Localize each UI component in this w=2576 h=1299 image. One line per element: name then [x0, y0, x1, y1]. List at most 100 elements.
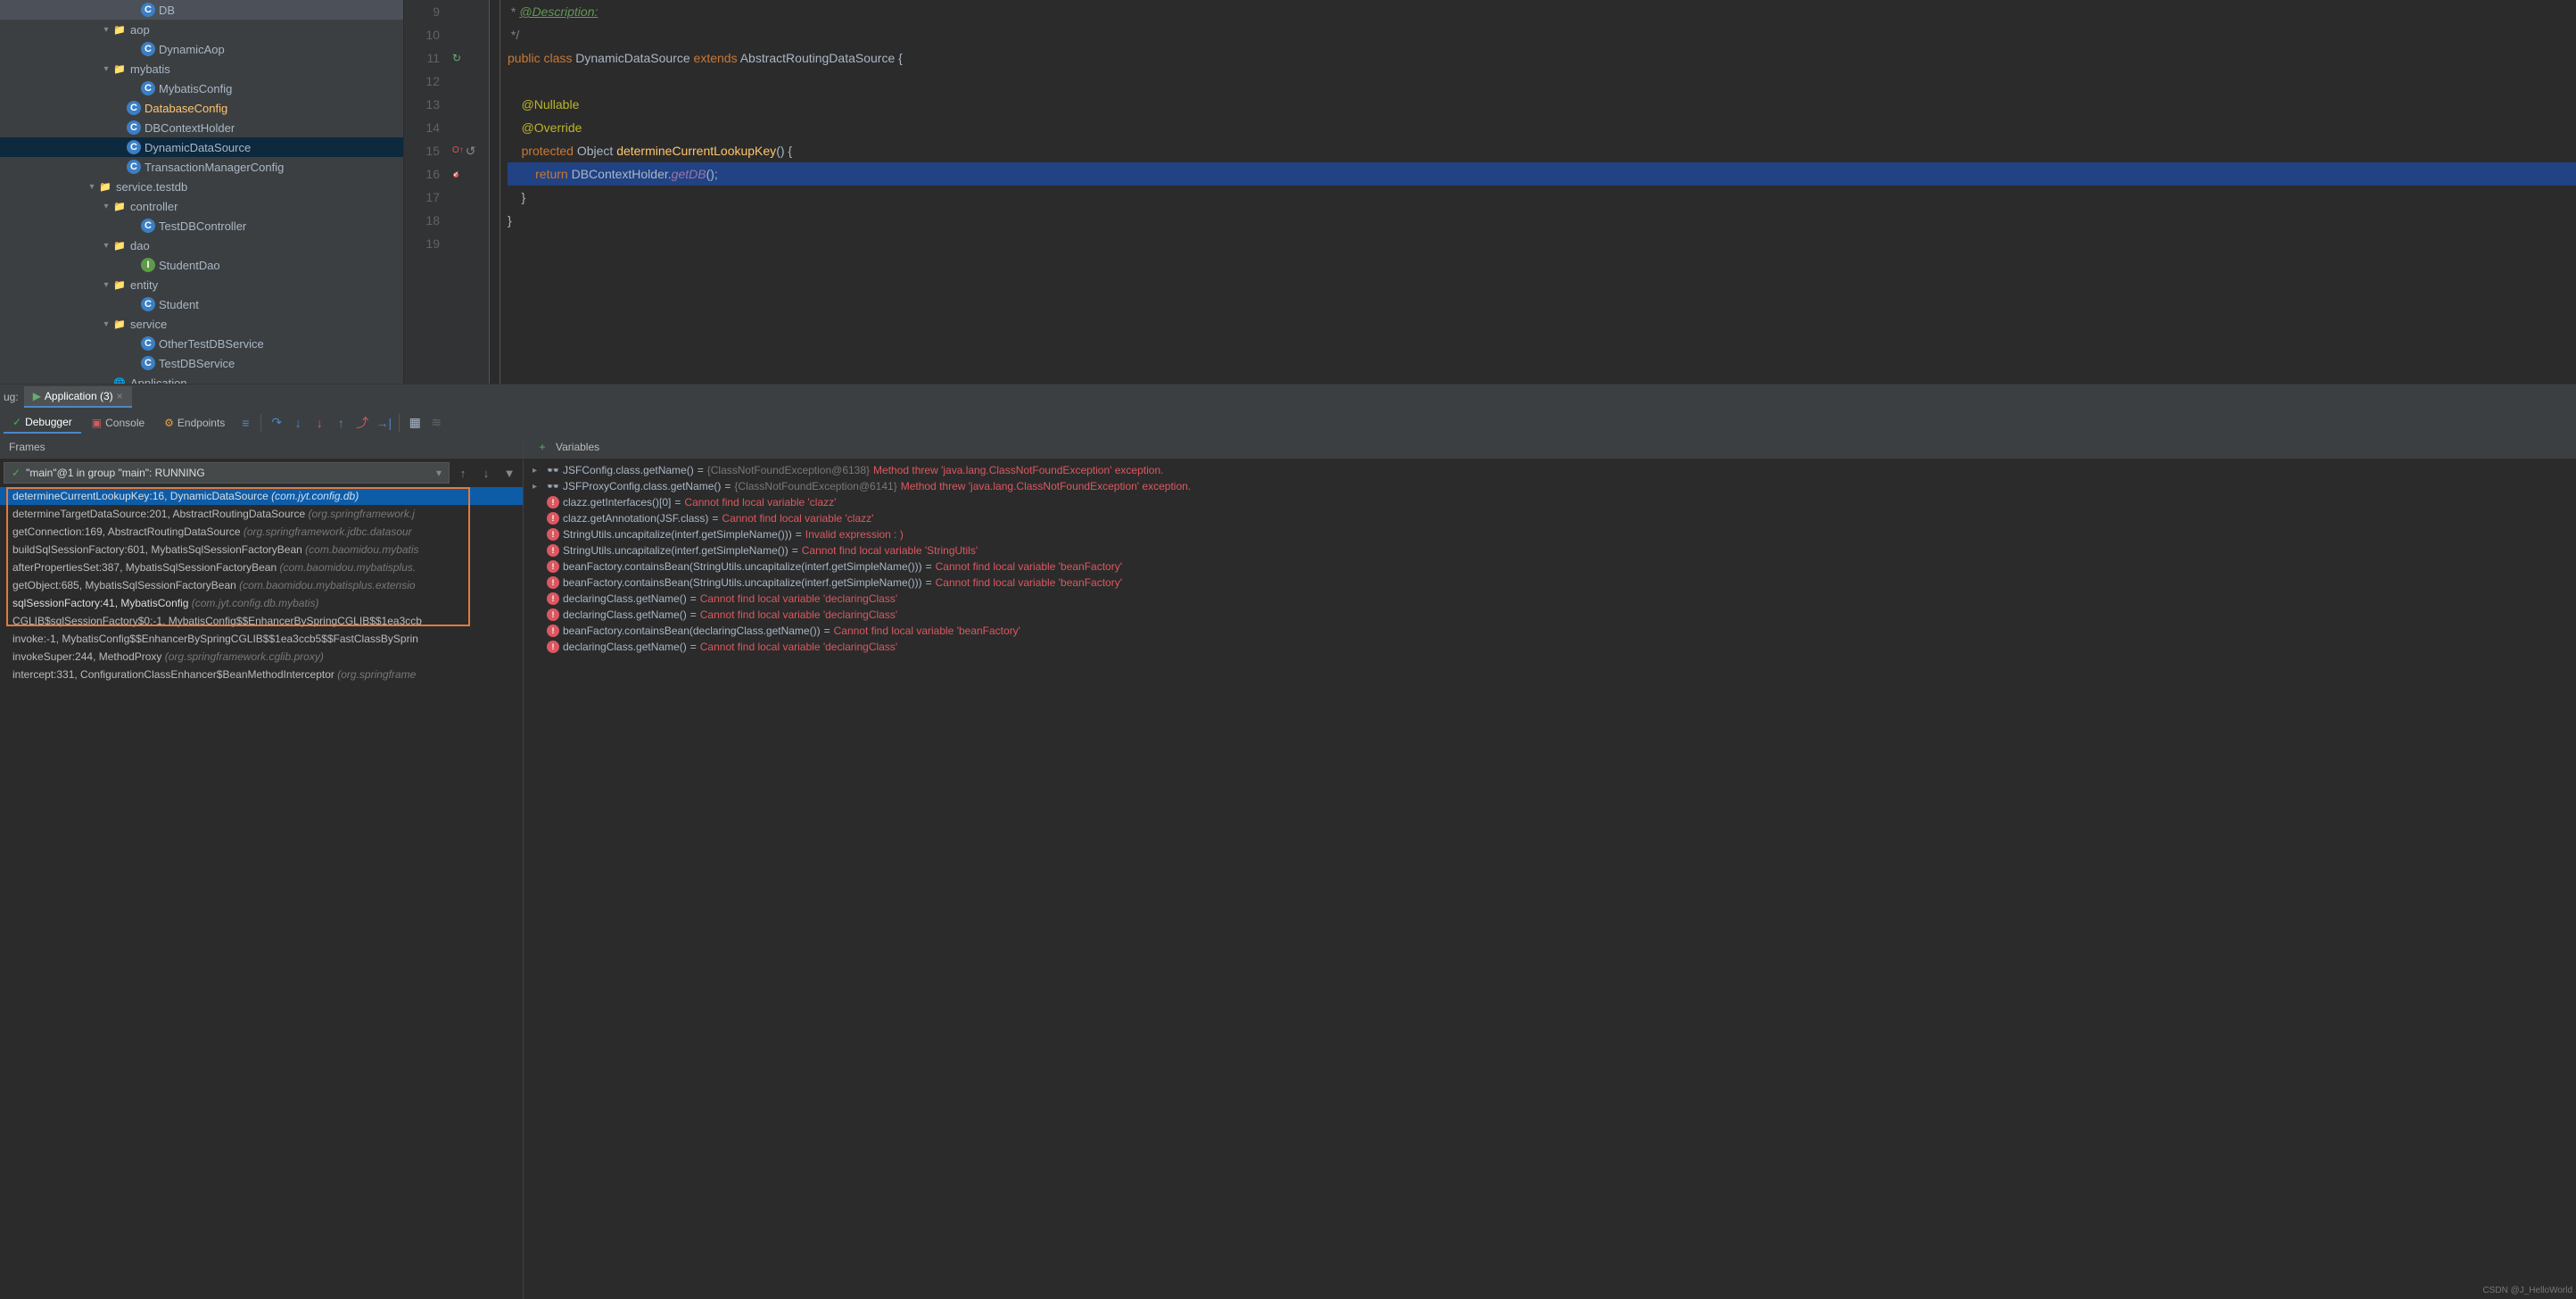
frame-row[interactable]: sqlSessionFactory:41, MybatisConfig (com…	[0, 594, 523, 612]
variable-row[interactable]: ▸👓JSFConfig.class.getName() = {ClassNotF…	[524, 462, 2576, 478]
tree-item-controller[interactable]: ▾📁controller	[0, 196, 403, 216]
chevron-icon[interactable]: ▾	[100, 64, 112, 74]
frames-panel: Frames ✓ "main"@1 in group "main": RUNNI…	[0, 435, 524, 1299]
debug-tabs-row: ug: ▶ Application (3) ×	[0, 384, 2576, 410]
variable-row[interactable]: !declaringClass.getName() = Cannot find …	[524, 639, 2576, 655]
thread-selector[interactable]: ✓ "main"@1 in group "main": RUNNING ▾	[4, 462, 450, 484]
tree-label: Student	[159, 298, 199, 311]
step-out-icon[interactable]: ↑	[331, 413, 351, 433]
run-icon: ▶	[33, 390, 41, 402]
debug-prefix: ug:	[4, 391, 19, 403]
filter-icon[interactable]: ▼	[500, 463, 519, 483]
tree-item-student[interactable]: CStudent	[0, 294, 403, 314]
watch-icon: 👓	[547, 480, 559, 492]
tree-item-testdbservice[interactable]: CTestDBService	[0, 353, 403, 373]
frame-row[interactable]: invoke:-1, MybatisConfig$$EnhancerBySpri…	[0, 630, 523, 648]
tree-item-mybatisconfig[interactable]: CMybatisConfig	[0, 79, 403, 98]
chevron-icon[interactable]: ▾	[100, 202, 112, 211]
tree-item-studentdao[interactable]: I StudentDao	[0, 255, 403, 275]
frame-row[interactable]: determineTargetDataSource:201, AbstractR…	[0, 505, 523, 523]
class-icon: C	[127, 160, 141, 174]
tree-item-service.testdb[interactable]: ▾📁service.testdb	[0, 177, 403, 196]
project-tree[interactable]: CDB▾📁aopCDynamicAop▾📁mybatisCMybatisConf…	[0, 0, 404, 384]
tree-label: service.testdb	[116, 180, 187, 194]
tree-item-service[interactable]: ▾📁service	[0, 314, 403, 334]
variable-row[interactable]: !clazz.getAnnotation(JSF.class) = Cannot…	[524, 510, 2576, 526]
frame-row[interactable]: intercept:331, ConfigurationClassEnhance…	[0, 666, 523, 683]
debug-tab-application[interactable]: ▶ Application (3) ×	[24, 386, 132, 408]
frame-row[interactable]: getConnection:169, AbstractRoutingDataSo…	[0, 523, 523, 541]
tree-item-dynamicdatasource[interactable]: CDynamicDataSource	[0, 137, 403, 157]
tree-label: DBContextHolder	[144, 121, 235, 135]
error-icon: !	[547, 625, 559, 637]
run-to-cursor-icon[interactable]: →|	[374, 413, 393, 433]
tree-item-mybatis[interactable]: ▾📁mybatis	[0, 59, 403, 79]
frame-row[interactable]: afterPropertiesSet:387, MybatisSqlSessio…	[0, 558, 523, 576]
chevron-icon[interactable]: ▾	[100, 25, 112, 35]
step-into-icon[interactable]: ↓	[288, 413, 308, 433]
tree-label: DB	[159, 4, 175, 17]
class-icon: C	[127, 140, 141, 154]
add-watch-icon[interactable]: +	[533, 437, 552, 457]
tab-endpoints[interactable]: ⚙ Endpoints	[155, 413, 234, 433]
code-editor[interactable]: 910111213141516171819 ↻O↑↺●✓ * @Descript…	[404, 0, 2576, 384]
tree-item-dao[interactable]: ▾📁dao	[0, 236, 403, 255]
frame-row[interactable]: invokeSuper:244, MethodProxy (org.spring…	[0, 648, 523, 666]
variable-row[interactable]: !declaringClass.getName() = Cannot find …	[524, 591, 2576, 607]
app-icon: 🌐	[112, 376, 127, 384]
tree-label: OtherTestDBService	[159, 337, 264, 351]
chevron-icon[interactable]: ▾	[100, 241, 112, 251]
tree-label: Application	[130, 376, 187, 385]
class-icon: C	[141, 81, 155, 95]
variable-row[interactable]: !clazz.getInterfaces()[0] = Cannot find …	[524, 494, 2576, 510]
chevron-icon[interactable]: ▾	[100, 319, 112, 329]
variable-row[interactable]: !beanFactory.containsBean(declaringClass…	[524, 623, 2576, 639]
folder-icon: 📁	[112, 317, 127, 331]
prev-frame-icon[interactable]: ↑	[453, 463, 473, 483]
force-step-into-icon[interactable]: ↓	[310, 413, 329, 433]
tree-item-db[interactable]: CDB	[0, 0, 403, 20]
tab-debugger[interactable]: ✓ Debugger	[4, 412, 81, 434]
tree-item-transactionmanagerconfig[interactable]: CTransactionManagerConfig	[0, 157, 403, 177]
drop-frame-icon[interactable]: ⤴	[352, 413, 372, 433]
frame-row[interactable]: getObject:685, MybatisSqlSessionFactoryB…	[0, 576, 523, 594]
error-icon: !	[547, 512, 559, 525]
folder-icon: 📁	[112, 199, 127, 213]
tree-item-testdbcontroller[interactable]: CTestDBController	[0, 216, 403, 236]
class-icon: C	[141, 219, 155, 233]
tree-label: DynamicDataSource	[144, 141, 251, 154]
frames-title: Frames	[9, 441, 45, 453]
watermark: CSDN @J_HelloWorld	[2482, 1286, 2572, 1295]
tree-item-application[interactable]: 🌐Application	[0, 373, 403, 384]
variable-row[interactable]: !declaringClass.getName() = Cannot find …	[524, 607, 2576, 623]
interface-icon: I	[141, 258, 155, 272]
evaluate-icon[interactable]: ▦	[405, 413, 425, 433]
chevron-icon[interactable]: ▾	[86, 182, 98, 192]
tree-item-entity[interactable]: ▾📁entity	[0, 275, 403, 294]
close-icon[interactable]: ×	[117, 390, 123, 402]
folder-icon: 📁	[112, 62, 127, 76]
tree-label: StudentDao	[159, 259, 220, 272]
tab-console[interactable]: ▣ Console	[83, 413, 153, 433]
tree-label: DatabaseConfig	[144, 102, 227, 115]
trace-icon[interactable]: ≋	[426, 413, 446, 433]
variable-row[interactable]: !StringUtils.uncapitalize(interf.getSimp…	[524, 542, 2576, 558]
variable-row[interactable]: !StringUtils.uncapitalize(interf.getSimp…	[524, 526, 2576, 542]
variable-row[interactable]: !beanFactory.containsBean(StringUtils.un…	[524, 575, 2576, 591]
next-frame-icon[interactable]: ↓	[476, 463, 496, 483]
tree-item-databaseconfig[interactable]: CDatabaseConfig	[0, 98, 403, 118]
chevron-icon[interactable]: ▾	[100, 280, 112, 290]
tree-item-dbcontextholder[interactable]: CDBContextHolder	[0, 118, 403, 137]
variable-row[interactable]: !beanFactory.containsBean(StringUtils.un…	[524, 558, 2576, 575]
tree-item-dynamicaop[interactable]: CDynamicAop	[0, 39, 403, 59]
frame-row[interactable]: determineCurrentLookupKey:16, DynamicDat…	[0, 487, 523, 505]
threads-icon[interactable]: ≡	[235, 413, 255, 433]
frame-row[interactable]: buildSqlSessionFactory:601, MybatisSqlSe…	[0, 541, 523, 558]
variable-row[interactable]: ▸👓JSFProxyConfig.class.getName() = {Clas…	[524, 478, 2576, 494]
class-icon: C	[141, 42, 155, 56]
step-over-icon[interactable]: ↷	[267, 413, 286, 433]
tree-item-aop[interactable]: ▾📁aop	[0, 20, 403, 39]
tree-item-othertestdbservice[interactable]: COtherTestDBService	[0, 334, 403, 353]
frame-row[interactable]: CGLIB$sqlSessionFactory$0:-1, MybatisCon…	[0, 612, 523, 630]
console-icon: ▣	[92, 417, 102, 429]
